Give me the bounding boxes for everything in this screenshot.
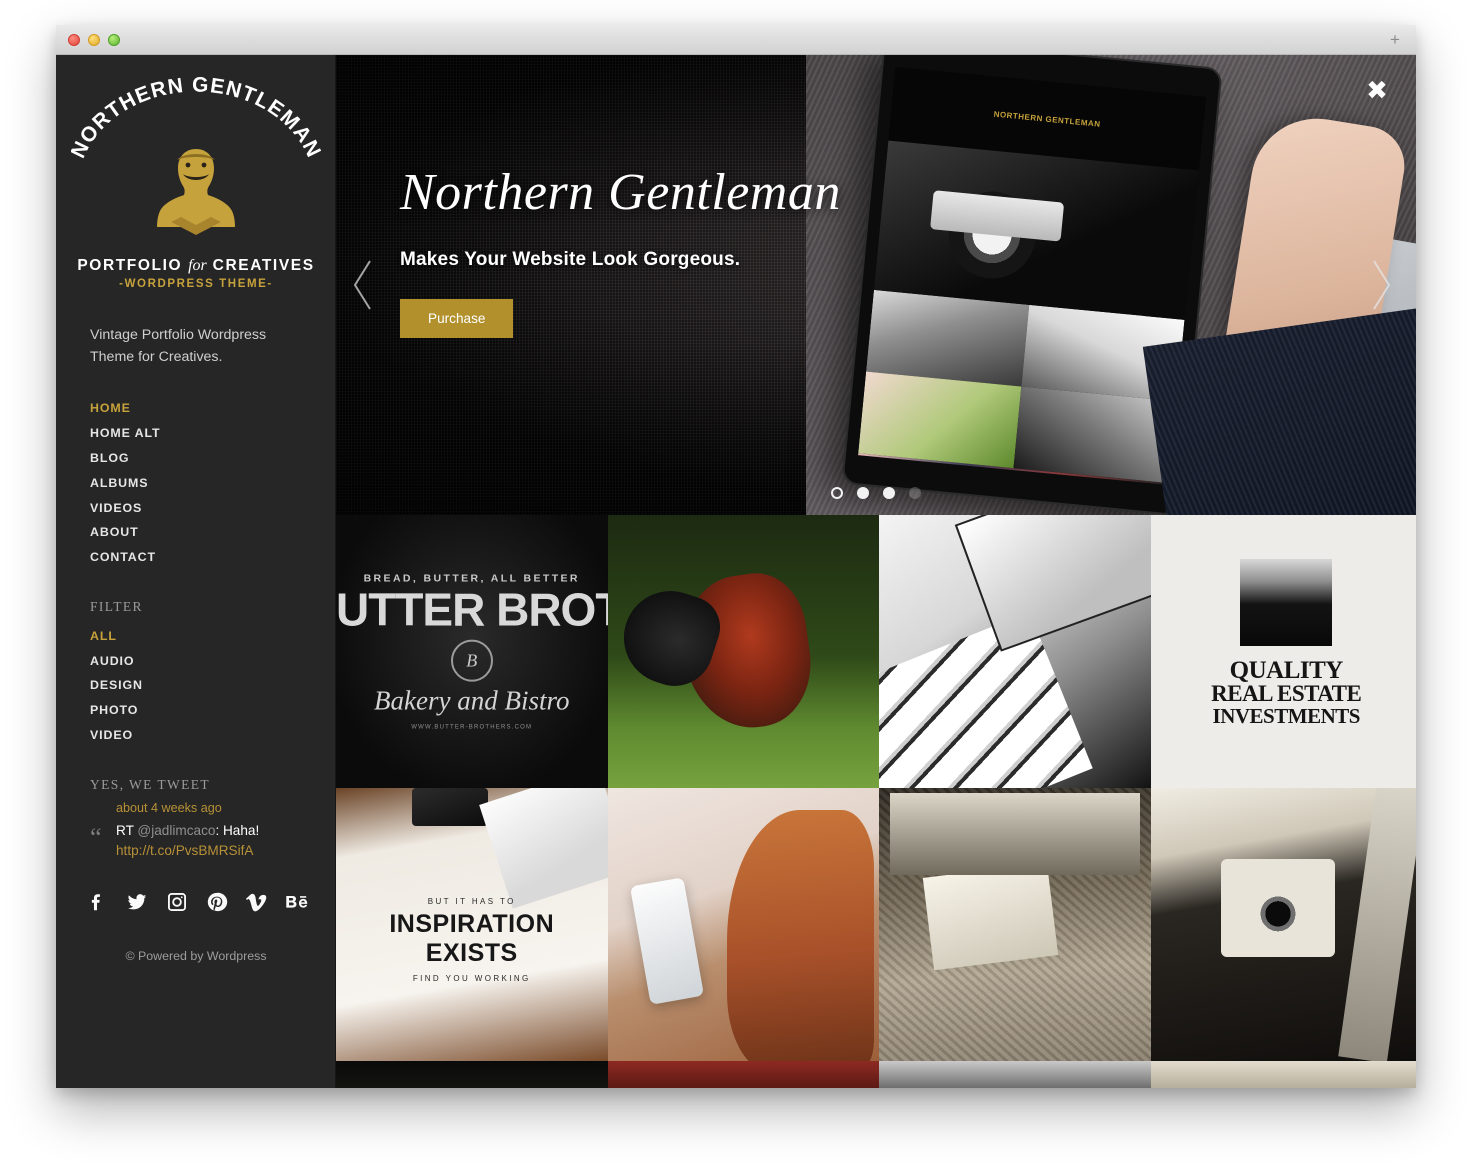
close-icon[interactable]: ✖ <box>1364 77 1390 103</box>
tweet-widget: “ about 4 weeks ago RT @jadlimcaco: Haha… <box>90 801 302 861</box>
tweet-heading: YES, WE TWEET <box>90 777 211 793</box>
portfolio-grid: BREAD, BUTTER, ALL BETTER UTTER BROTHER … <box>336 515 1416 1061</box>
tablet-screen-hero-image <box>873 140 1199 320</box>
real-estate-line-3: INVESTMENTS <box>1212 703 1361 728</box>
close-window-button[interactable] <box>68 34 80 46</box>
inspiration-top-text: BUT IT HAS TO <box>427 897 516 907</box>
slider-dot-2[interactable] <box>857 487 869 499</box>
nav-item-contact[interactable]: CONTACT <box>90 545 336 570</box>
facebook-icon[interactable] <box>84 889 110 915</box>
sidebar: NORTHERN GENTLEMAN <box>56 55 336 1088</box>
tweet-link[interactable]: http://t.co/PvsBMRSifA <box>116 841 302 861</box>
slider-dot-3[interactable] <box>883 487 895 499</box>
main-content: NORTHERN GENTLEMAN Northern Gentleman Ma… <box>336 55 1416 1088</box>
inspiration-bottom-text: FIND YOU WORKING <box>412 974 531 984</box>
inspiration-main-line-2: EXISTS <box>425 939 518 968</box>
hero-copy: Northern Gentleman Makes Your Website Lo… <box>400 167 870 338</box>
bakery-script-text: Bakery and Bistro <box>374 685 570 716</box>
logo-subtitle-script: for <box>188 257 207 274</box>
browser-titlebar: + <box>56 25 1416 55</box>
filter-item-all[interactable]: ALL <box>90 623 336 648</box>
tablet-thumb-girl <box>866 289 1030 387</box>
tweet-timestamp: about 4 weeks ago <box>116 801 222 816</box>
pinterest-icon[interactable] <box>204 889 230 915</box>
filter-item-audio[interactable]: AUDIO <box>90 648 336 673</box>
hero-slider: NORTHERN GENTLEMAN Northern Gentleman Ma… <box>336 55 1416 515</box>
behance-icon[interactable] <box>284 889 310 915</box>
nav-item-albums[interactable]: ALBUMS <box>90 470 336 495</box>
filter-item-photo[interactable]: PHOTO <box>90 698 336 723</box>
tile-partial-3[interactable] <box>879 1061 1151 1088</box>
tablet-screen-grid <box>858 289 1185 484</box>
inspiration-main-line-1: INSPIRATION <box>389 910 555 939</box>
tile-real-estate[interactable]: QUALITY REAL ESTATE INVESTMENTS <box>1150 515 1416 788</box>
tweet-message: : Haha! <box>215 823 260 839</box>
site-footer-credit: © Powered by Wordpress <box>125 949 267 964</box>
site-logo[interactable]: NORTHERN GENTLEMAN <box>56 55 336 290</box>
slider-next-arrow-icon[interactable] <box>1368 257 1394 313</box>
filter-item-video[interactable]: VIDEO <box>90 723 336 748</box>
camera-prop <box>412 788 489 827</box>
gentleman-bust-icon <box>157 143 235 251</box>
filter-item-design[interactable]: DESIGN <box>90 673 336 698</box>
slider-dot-4[interactable] <box>909 487 921 499</box>
minimize-window-button[interactable] <box>88 34 100 46</box>
filter-heading: FILTER <box>90 599 143 615</box>
magazine-prop <box>479 788 608 909</box>
hero-title: Northern Gentleman <box>400 164 841 221</box>
hero-subtitle: Makes Your Website Look Gorgeous. <box>400 249 741 270</box>
tablet-thumb-baby <box>858 371 1022 469</box>
tweet-body: RT @jadlimcaco: Haha! <box>116 821 302 841</box>
nav-item-videos[interactable]: VIDEOS <box>90 495 336 520</box>
tile-inspiration[interactable]: BUT IT HAS TO INSPIRATION EXISTS FIND YO… <box>336 788 608 1061</box>
quote-icon: “ <box>90 823 102 853</box>
social-links <box>84 889 336 915</box>
window-controls <box>68 34 120 46</box>
bakery-url-text: WWW.BUTTER-BROTHERS.COM <box>411 724 533 731</box>
bakery-badge: B <box>450 639 493 682</box>
slider-prev-arrow-icon[interactable] <box>350 257 376 313</box>
nav-item-blog[interactable]: BLOG <box>90 446 336 471</box>
tile-keyboard[interactable] <box>879 515 1151 788</box>
tile-street[interactable] <box>879 788 1151 1061</box>
tile-partial-2[interactable] <box>607 1061 879 1088</box>
tweet-prefix: RT <box>116 823 138 839</box>
tile-rooster[interactable] <box>607 515 879 788</box>
site-tagline: Vintage Portfolio Wordpress Theme for Cr… <box>90 327 267 365</box>
main-navigation: HOME HOME ALT BLOG ALBUMS VIDEOS ABOUT C… <box>90 396 336 569</box>
nav-item-home[interactable]: HOME <box>90 396 336 421</box>
bakery-top-text: BREAD, BUTTER, ALL BETTER <box>363 572 580 585</box>
nav-item-home-alt[interactable]: HOME ALT <box>90 421 336 446</box>
slider-pagination <box>831 487 921 499</box>
twitter-icon[interactable] <box>124 889 150 915</box>
new-tab-button[interactable]: + <box>1382 29 1408 51</box>
tile-partial-4[interactable] <box>1150 1061 1416 1088</box>
logo-subtitle-b: CREATIVES <box>212 257 315 274</box>
hero-tablet-photo: NORTHERN GENTLEMAN <box>806 55 1416 515</box>
instagram-icon[interactable] <box>164 889 190 915</box>
purchase-button[interactable]: Purchase <box>400 299 514 338</box>
real-estate-photo-block <box>1240 558 1333 647</box>
nav-item-about[interactable]: ABOUT <box>90 520 336 545</box>
logo-subtitle-a: PORTFOLIO <box>77 257 183 274</box>
bakery-main-text: UTTER BROTHER <box>336 583 608 636</box>
slider-dot-1[interactable] <box>831 487 843 499</box>
logo-subtitle: PORTFOLIO for CREATIVES <box>56 257 336 275</box>
page-content: NORTHERN GENTLEMAN <box>56 55 1416 1088</box>
portfolio-grid-partial-row <box>336 1061 1416 1088</box>
zoom-window-button[interactable] <box>108 34 120 46</box>
tweet-handle[interactable]: @jadlimcaco <box>137 823 215 838</box>
vimeo-icon[interactable] <box>244 889 270 915</box>
filter-navigation: ALL AUDIO DESIGN PHOTO VIDEO <box>90 623 336 747</box>
tile-phone[interactable] <box>607 788 879 1061</box>
tile-bakery[interactable]: BREAD, BUTTER, ALL BETTER UTTER BROTHER … <box>336 515 608 788</box>
browser-window: + NORTHERN GENTLEMAN <box>56 25 1416 1088</box>
tile-camera[interactable] <box>1150 788 1416 1061</box>
logo-theme-label: -WORDPRESS THEME- <box>119 278 273 290</box>
tile-partial-1[interactable] <box>336 1061 608 1088</box>
